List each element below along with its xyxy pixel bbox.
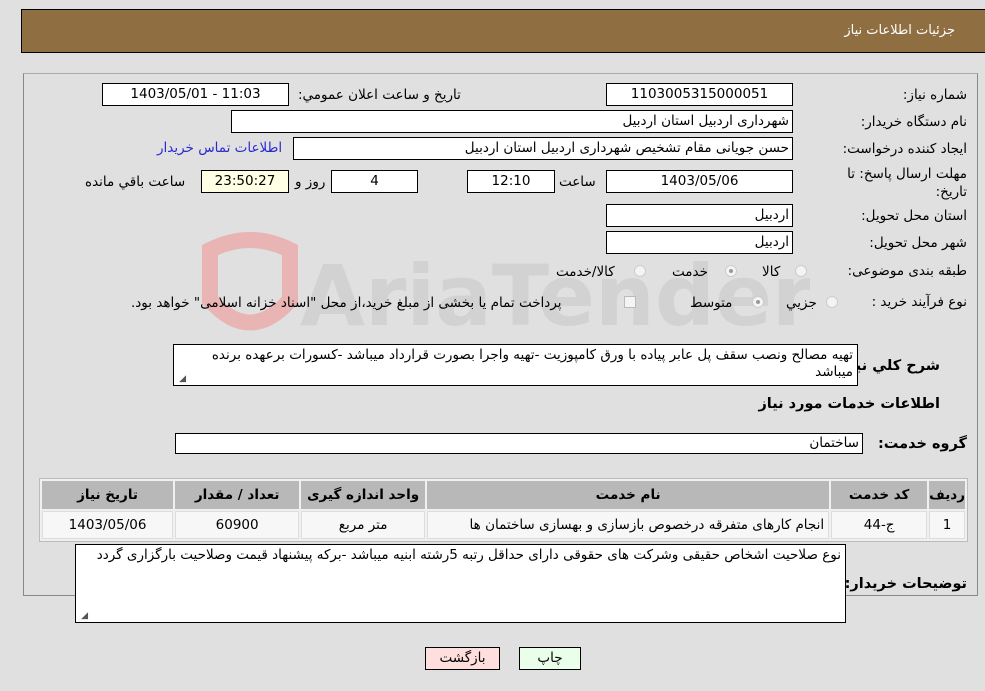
purchase-minor-label: جزيي [786,295,817,311]
print-button[interactable]: چاپ [519,647,581,670]
services-table: ردیف کد خدمت نام خدمت واحد اندازه گیری ت… [39,478,968,542]
buyer-contact-link[interactable]: اطلاعات تماس خریدار [157,140,282,156]
resize-grip-icon[interactable]: ◢ [176,374,186,384]
buyer-notes-label: توضیحات خریدار: [844,576,967,592]
province-field[interactable]: اردبیل [606,204,793,227]
remaining-time-field: 23:50:27 [201,170,289,193]
cell-quantity: 60900 [175,511,300,539]
need-number-field[interactable]: 1103005315000051 [606,83,793,106]
buyer-org-label: نام دستگاه خریدار: [860,114,967,130]
page-title: جزئیات اطلاعات نیاز [844,23,955,38]
category-goods-service-label: کالا/خدمت [556,264,615,280]
service-group-label: گروه خدمت: [877,436,967,452]
cell-need-date: 1403/05/06 [42,511,174,539]
col-header-row-number: ردیف [929,481,965,509]
deadline-date-field[interactable]: 1403/05/06 [606,170,793,193]
cell-unit: متر مربع [301,511,426,539]
city-field[interactable]: اردبیل [606,231,793,254]
category-service-radio[interactable] [725,265,737,277]
purchase-minor-radio[interactable] [826,296,838,308]
col-header-service-name: نام خدمت [427,481,830,509]
col-header-quantity: تعداد / مقدار [175,481,300,509]
category-service-label: خدمت [672,264,708,280]
cell-service-name: انجام کارهای متفرقه درخصوص بازسازی و بهس… [427,511,830,539]
days-label: روز و [295,174,326,190]
page-header: جزئیات اطلاعات نیاز [21,9,985,53]
requester-label: ایجاد کننده درخواست: [842,141,967,157]
treasury-note: پرداخت تمام یا بخشی از مبلغ خرید،از محل … [131,295,562,311]
category-goods-radio[interactable] [795,265,807,277]
category-label: طبقه بندی موضوعی: [847,263,967,279]
province-label: استان محل تحویل: [861,208,967,224]
purchase-type-label: نوع فرآیند خرید : [871,294,967,310]
table-row[interactable]: 1 ج-44 انجام کارهای متفرقه درخصوص بازساز… [42,511,965,539]
need-number-label: شماره نیاز: [902,87,967,103]
announce-datetime-field[interactable]: 1403/05/01 - 11:03 [102,83,289,106]
treasury-checkbox[interactable] [624,296,636,308]
city-label: شهر محل تحویل: [869,235,967,251]
description-textarea[interactable]: تهیه مصالح ونصب سقف پل عابر پیاده با ورق… [173,344,858,386]
category-goods-service-radio[interactable] [634,265,646,277]
col-header-need-date: تاریخ نیاز [42,481,174,509]
col-header-service-code: کد خدمت [831,481,928,509]
service-group-field[interactable]: ساختمان [175,433,863,454]
cell-service-code: ج-44 [831,511,928,539]
resize-grip-icon[interactable]: ◢ [78,611,88,621]
purchase-medium-label: متوسط [690,295,733,311]
deadline-time-label: ساعت [559,174,596,190]
col-header-unit: واحد اندازه گیری [301,481,426,509]
back-button[interactable]: بازگشت [425,647,500,670]
services-section-title: اطلاعات خدمات مورد نیاز [758,396,940,412]
purchase-medium-radio[interactable] [752,296,764,308]
requester-field[interactable]: حسن جویانی مقام تشخیص شهرداری اردبیل است… [293,137,793,160]
remaining-days-field[interactable]: 4 [331,170,418,193]
announce-datetime-label: تاریخ و ساعت اعلان عمومي: [298,87,461,103]
buyer-notes-textarea[interactable]: نوع صلاحیت اشخاص حقیقی وشرکت های حقوقی د… [75,544,846,623]
table-header-row: ردیف کد خدمت نام خدمت واحد اندازه گیری ت… [42,481,965,509]
description-text: تهیه مصالح ونصب سقف پل عابر پیاده با ورق… [211,347,853,380]
deadline-time-field[interactable]: 12:10 [467,170,555,193]
buyer-notes-text: نوع صلاحیت اشخاص حقیقی وشرکت های حقوقی د… [96,547,841,563]
buyer-org-field[interactable]: شهرداری اردبیل استان اردبیل [231,110,793,133]
deadline-label: مهلت ارسال پاسخ: تا تاریخ: [847,166,967,200]
cell-row-number: 1 [929,511,965,539]
remaining-time-label: ساعت باقي مانده [85,174,186,190]
category-goods-label: کالا [762,264,781,280]
